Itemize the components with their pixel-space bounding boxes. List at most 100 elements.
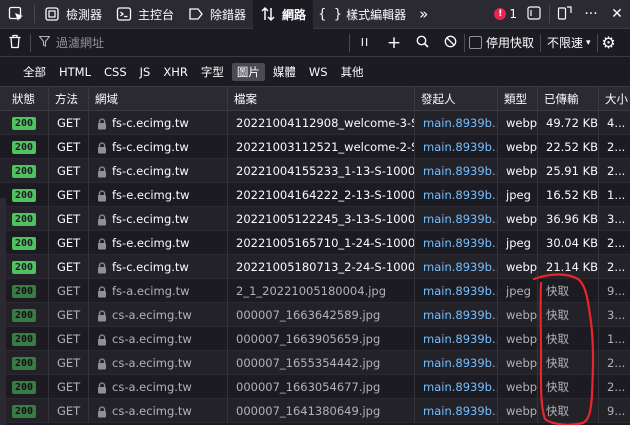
table-row[interactable]: 200 GET fs-c.ecimg.tw 20221004112908_welcom… [0,111,630,135]
column-header-transferred[interactable]: 已傳輸 [538,87,599,110]
column-header-initiator[interactable]: 發起人 [415,87,498,110]
table-row[interactable]: 200 GET cs-a.ecimg.tw 000007_1663642589.jpg… [0,303,630,327]
lock-icon [98,117,106,129]
initiator-cell: main.8939b... [415,327,498,351]
initiator-cell: main.8939b... [415,183,498,207]
initiator-text[interactable]: main.8939b... [423,284,497,298]
domain-cell: fs-c.ecimg.tw [89,207,228,231]
split-console-button[interactable] [521,0,547,29]
filter-type-js[interactable]: JS [135,63,156,81]
transferred-cell: 快取 [538,279,599,303]
close-devtools-button[interactable]: ✕ [604,0,630,29]
tab-network[interactable]: 網路 [253,0,314,29]
size-text: 3... [607,308,626,322]
initiator-text[interactable]: main.8939b... [423,356,497,370]
url-filter[interactable] [31,29,349,57]
tab-console[interactable]: 主控台 [109,0,181,29]
type-text: jpeg [506,236,531,250]
column-header-method[interactable]: 方法 [49,87,89,110]
transferred-text: 25.91 KB [546,164,599,178]
transferred-cell: 快取 [538,399,599,423]
domain-text: fs-c.ecimg.tw [112,116,189,130]
filter-type-css[interactable]: CSS [99,63,132,81]
more-tabs-button[interactable]: » [413,0,434,29]
method-cell: GET [49,351,89,375]
initiator-text[interactable]: main.8939b... [423,140,497,154]
block-requests-button[interactable] [436,29,464,57]
file-cell: 20221004112908_welcome-3-S-10 [228,111,415,135]
table-row[interactable]: 200 GET fs-e.ecimg.tw 20221004164222_2-13-S… [0,183,630,207]
domain-cell: cs-a.ecimg.tw [89,303,228,327]
tab-style-editor[interactable]: { } 樣式編輯器 [313,0,413,29]
table-row[interactable]: 200 GET fs-c.ecimg.tw 20221003112521_welcom… [0,135,630,159]
domain-cell: fs-e.ecimg.tw [89,231,228,255]
column-header-type[interactable]: 類型 [498,87,538,110]
tab-debugger[interactable]: 除錯器 [181,0,253,29]
filter-type-xhr[interactable]: XHR [158,63,193,81]
throttle-select[interactable]: 不限速 ▾ [541,29,597,57]
filter-type-html[interactable]: HTML [54,63,96,81]
size-text: 1... [607,332,626,346]
initiator-text[interactable]: main.8939b... [423,404,497,418]
search-icon [416,35,429,51]
transferred-text: 49.72 KB [546,116,599,130]
table-row[interactable]: 200 GET cs-a.ecimg.tw 000007_1663905659.jpg… [0,327,630,351]
scrollbar[interactable] [0,198,6,425]
table-row[interactable]: 200 GET cs-a.ecimg.tw 000007_1655354442.jpg… [0,351,630,375]
search-button[interactable] [408,29,436,57]
type-cell: webp [498,327,538,351]
url-filter-input[interactable] [50,35,336,50]
size-text: 1... [607,188,626,202]
size-cell: 3... [599,207,630,231]
table-row[interactable]: 200 GET cs-a.ecimg.tw 000007_1641380649.jpg… [0,399,630,423]
domain-text: cs-a.ecimg.tw [112,404,192,418]
lock-icon [98,261,106,273]
initiator-text[interactable]: main.8939b... [423,380,497,394]
status-cell: 200 [6,231,49,255]
error-count-badge[interactable]: ! 1 [490,0,521,29]
file-cell: 20221004164222_2-13-S-1000x100 [228,183,415,207]
disable-cache-checkbox[interactable]: 停用快取 [465,29,540,57]
lock-icon [98,405,106,417]
initiator-text[interactable]: main.8939b... [423,308,497,322]
devtools-menu-button[interactable]: ··· [578,0,604,29]
initiator-text[interactable]: main.8939b... [423,260,497,274]
network-settings-button[interactable]: ⚙ [598,29,620,57]
table-row[interactable]: 200 GET fs-c.ecimg.tw 20221005122245_3-13-S… [0,207,630,231]
filter-type-fonts[interactable]: 字型 [196,63,229,81]
filter-type-images[interactable]: 圖片 [231,62,265,81]
domain-text: cs-a.ecimg.tw [112,380,192,394]
filter-type-ws[interactable]: WS [304,63,333,81]
method-cell: GET [49,111,89,135]
table-row[interactable]: 200 GET fs-e.ecimg.tw 20221005165710_1-24-S… [0,231,630,255]
lock-icon [98,381,106,393]
table-row[interactable]: 200 GET cs-a.ecimg.tw 000007_1663054677.jpg… [0,375,630,399]
method-cell: GET [49,159,89,183]
table-row[interactable]: 200 GET fs-a.ecimg.tw 2_1_20221005180004.jp… [0,279,630,303]
column-header-status[interactable]: 狀態 [6,87,49,110]
initiator-text[interactable]: main.8939b... [423,164,497,178]
filter-type-media[interactable]: 媒體 [268,63,301,81]
column-header-file[interactable]: 檔案 [228,87,415,110]
clear-log-button[interactable] [0,29,30,57]
initiator-text[interactable]: main.8939b... [423,116,497,130]
initiator-text[interactable]: main.8939b... [423,236,497,250]
table-row[interactable]: 200 GET fs-c.ecimg.tw 20221005180713_2-24-S… [0,255,630,279]
column-header-domain[interactable]: 網域 [89,87,228,110]
table-row[interactable]: 200 GET fs-c.ecimg.tw 20221004155233_1-13-S… [0,159,630,183]
pause-button[interactable]: II [350,29,380,57]
filter-type-other[interactable]: 其他 [336,63,369,81]
throttle-label: 不限速 [547,36,584,50]
status-cell: 200 [6,279,49,303]
responsive-design-button[interactable] [552,0,578,29]
tab-inspector[interactable]: 檢測器 [37,0,109,29]
method-cell: GET [49,279,89,303]
initiator-text[interactable]: main.8939b... [423,212,497,226]
table-header: 狀態 方法 網域 檔案 發起人 類型 已傳輸 大小 [0,87,630,111]
filter-type-all[interactable]: 全部 [18,63,51,81]
pick-element-button[interactable] [0,0,32,29]
add-request-button[interactable]: + [380,29,408,57]
initiator-text[interactable]: main.8939b... [423,332,497,346]
column-header-size[interactable]: 大小 [599,87,630,110]
initiator-text[interactable]: main.8939b... [423,188,497,202]
